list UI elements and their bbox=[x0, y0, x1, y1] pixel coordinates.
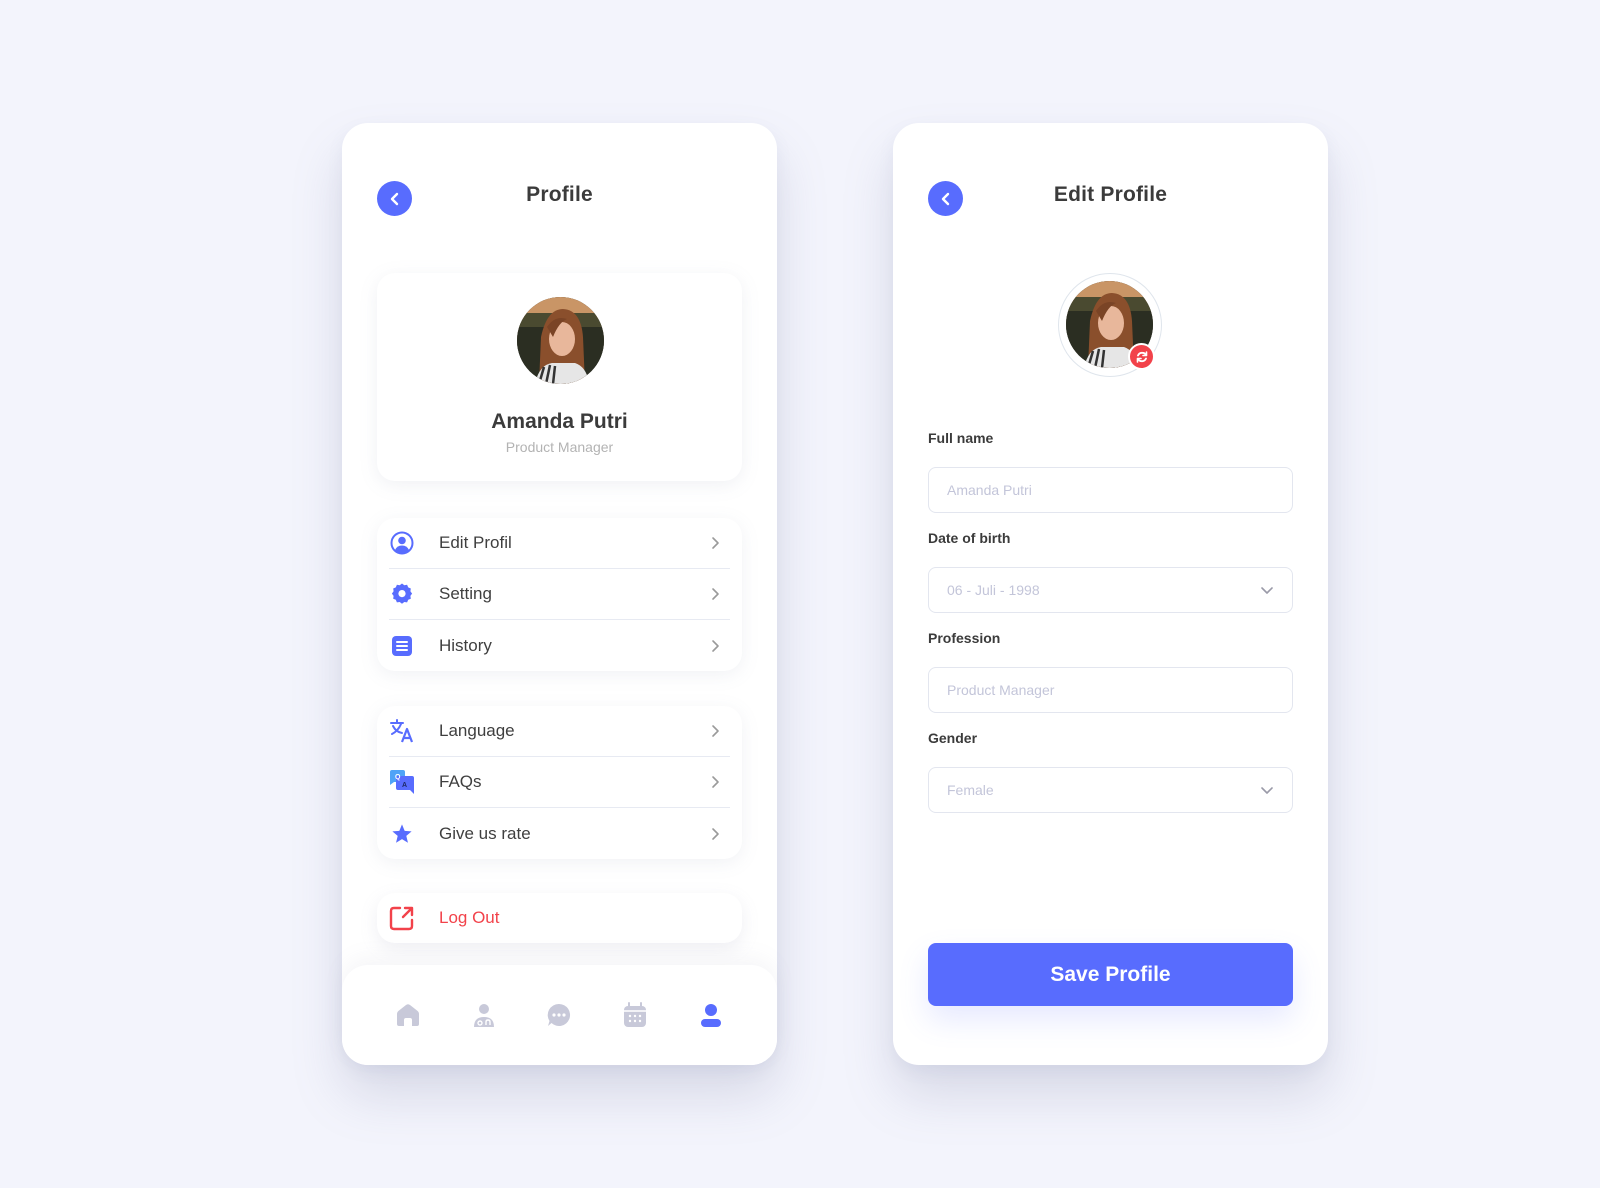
user-name: Amanda Putri bbox=[491, 410, 628, 433]
menu-item-faqs[interactable]: QA FAQs bbox=[389, 757, 730, 808]
svg-text:Q: Q bbox=[395, 774, 401, 781]
chevron-right-icon bbox=[712, 588, 719, 600]
menu-item-label: History bbox=[439, 635, 492, 655]
home-icon bbox=[396, 1004, 419, 1026]
menu-group-account: Edit Profil Setting History bbox=[377, 518, 742, 671]
menu-item-give-us-rate[interactable]: Give us rate bbox=[389, 808, 730, 859]
full-name-input[interactable]: Amanda Putri bbox=[928, 467, 1293, 513]
nav-chat[interactable] bbox=[539, 995, 579, 1035]
gender-value: Female bbox=[947, 782, 994, 798]
chat-icon bbox=[548, 1003, 571, 1026]
chevron-right-icon bbox=[712, 639, 719, 652]
nav-profile[interactable] bbox=[691, 995, 731, 1035]
menu-item-label: Language bbox=[439, 721, 515, 740]
chevron-down-icon bbox=[1261, 787, 1273, 794]
menu-item-edit-profil[interactable]: Edit Profil bbox=[389, 518, 730, 569]
page-title: Edit Profile bbox=[1053, 183, 1168, 206]
qa-chat-icon: QA bbox=[389, 769, 415, 795]
date-of-birth-select[interactable]: 06 - Juli - 1998 bbox=[928, 567, 1293, 613]
chevron-right-icon bbox=[712, 725, 719, 737]
full-name-placeholder: Amanda Putri bbox=[947, 482, 1032, 498]
gender-select[interactable]: Female bbox=[928, 767, 1293, 813]
chevron-right-icon bbox=[712, 537, 719, 549]
full-name-label: Full name bbox=[928, 430, 994, 446]
date-of-birth-value: 06 - Juli - 1998 bbox=[947, 582, 1040, 598]
svg-text:A: A bbox=[402, 782, 407, 789]
chevron-right-icon bbox=[712, 827, 719, 840]
nav-home[interactable] bbox=[388, 995, 428, 1035]
avatar-editor bbox=[1058, 273, 1162, 377]
profile-photo bbox=[517, 297, 604, 384]
profession-placeholder: Product Manager bbox=[947, 682, 1055, 698]
change-photo-button[interactable] bbox=[1128, 343, 1155, 370]
refresh-icon bbox=[1136, 350, 1147, 363]
calendar-icon bbox=[624, 1002, 647, 1027]
edit-profile-screen: Edit Profile Full name Amanda Putri Date… bbox=[893, 123, 1328, 1065]
profile-screen: Profile Amanda Putri Product Manager Edi… bbox=[342, 123, 777, 1065]
star-icon bbox=[389, 821, 415, 847]
logout-label: Log Out bbox=[439, 908, 500, 927]
nav-doctor[interactable] bbox=[464, 995, 504, 1035]
menu-item-history[interactable]: History bbox=[389, 620, 730, 671]
profession-input[interactable]: Product Manager bbox=[928, 667, 1293, 713]
bottom-nav bbox=[342, 965, 777, 1065]
menu-item-label: Give us rate bbox=[439, 823, 531, 843]
menu-item-language[interactable]: Language bbox=[389, 706, 730, 757]
nav-calendar[interactable] bbox=[615, 995, 655, 1035]
doctor-icon bbox=[473, 1004, 494, 1027]
menu-item-label: Edit Profil bbox=[439, 533, 512, 552]
user-role: Product Manager bbox=[505, 439, 614, 455]
user-circle-icon bbox=[389, 530, 415, 556]
user-icon bbox=[701, 1004, 722, 1027]
menu-item-label: Setting bbox=[439, 584, 492, 603]
menu-item-label: FAQs bbox=[439, 772, 482, 791]
external-link-icon bbox=[389, 905, 415, 931]
menu-item-setting[interactable]: Setting bbox=[389, 569, 730, 620]
page-title: Profile bbox=[526, 183, 593, 206]
profession-label: Profession bbox=[928, 630, 1001, 646]
translate-icon bbox=[389, 718, 415, 744]
gender-label: Gender bbox=[928, 730, 978, 746]
save-profile-button[interactable]: Save Profile bbox=[928, 943, 1293, 1006]
date-of-birth-label: Date of birth bbox=[928, 530, 1011, 546]
user-summary-card: Amanda Putri Product Manager bbox=[377, 273, 742, 481]
chevron-down-icon bbox=[1261, 587, 1273, 594]
avatar bbox=[517, 297, 604, 384]
list-icon bbox=[389, 633, 415, 659]
chevron-right-icon bbox=[712, 776, 719, 788]
gear-icon bbox=[389, 581, 415, 607]
logout-button[interactable]: Log Out bbox=[377, 893, 742, 943]
menu-group-support: Language QA FAQs Give us rate bbox=[377, 706, 742, 859]
